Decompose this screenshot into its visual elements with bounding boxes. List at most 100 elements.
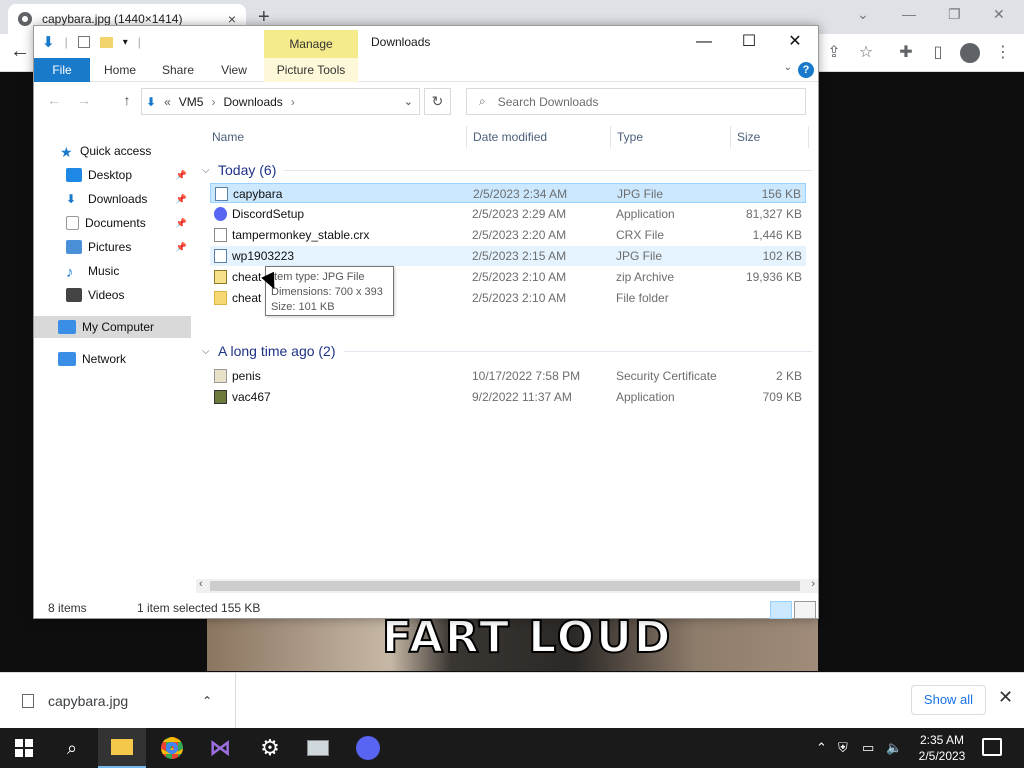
horizontal-scrollbar[interactable]: ‹ › — [196, 578, 818, 593]
minimize-icon[interactable]: — — [682, 30, 726, 54]
tab-file[interactable]: File — [34, 58, 90, 82]
search-icon[interactable]: ⌕ — [48, 728, 96, 768]
maximize-icon[interactable]: ☐ — [727, 30, 771, 54]
scroll-left-icon[interactable]: ‹ — [199, 578, 203, 590]
back-arrow-icon[interactable]: ← — [10, 40, 30, 63]
chevron-down-icon[interactable]: ⌄ — [784, 62, 792, 73]
discord-icon[interactable] — [344, 728, 392, 768]
menu-dots-icon[interactable]: ⋮ — [992, 42, 1014, 62]
group-header-long-ago[interactable]: ⌵ A long time ago (2) — [200, 341, 812, 361]
back-button[interactable]: ← — [44, 92, 64, 108]
nav-pictures[interactable]: Pictures 📌 — [34, 236, 191, 258]
nav-network[interactable]: Network — [34, 348, 191, 370]
chevron-right-icon[interactable]: › — [211, 95, 215, 109]
file-row[interactable]: vac467 9/2/2022 11:37 AM Application 709… — [210, 387, 806, 407]
nav-documents[interactable]: Documents 📌 — [34, 212, 191, 234]
new-folder-icon[interactable] — [99, 36, 113, 48]
pictures-icon — [66, 240, 82, 254]
close-icon[interactable]: ✕ — [998, 687, 1013, 708]
close-icon[interactable]: ✕ — [773, 30, 817, 54]
qat-dropdown-icon[interactable]: ▾ — [123, 37, 128, 48]
nav-videos[interactable]: Videos — [34, 284, 191, 306]
show-all-button[interactable]: Show all — [911, 685, 986, 715]
column-type[interactable]: Type — [611, 126, 731, 148]
download-item[interactable]: capybara.jpg ⌃ — [0, 673, 236, 729]
profile-avatar[interactable] — [960, 43, 980, 63]
help-button[interactable]: ? — [798, 62, 814, 78]
group-header-today[interactable]: ⌵ Today (6) — [200, 160, 812, 180]
settings-gear-icon[interactable]: ⚙ — [246, 728, 294, 768]
computer-icon — [58, 320, 76, 334]
nav-downloads[interactable]: ⬇ Downloads 📌 — [34, 188, 191, 210]
tab-view[interactable]: View — [210, 58, 258, 82]
pin-icon[interactable]: 📌 — [176, 218, 187, 229]
close-icon[interactable]: ✕ — [993, 6, 1005, 23]
breadcrumb-overflow[interactable]: « — [164, 95, 171, 109]
pin-icon[interactable]: 📌 — [176, 170, 187, 181]
tab-share[interactable]: Share — [154, 58, 202, 82]
refresh-button[interactable]: ↻ — [424, 88, 451, 115]
tab-home[interactable]: Home — [96, 58, 144, 82]
share-icon[interactable]: ⇪ — [823, 42, 845, 62]
file-explorer-icon[interactable] — [98, 728, 146, 768]
address-dropdown-icon[interactable]: ⌄ — [404, 95, 413, 108]
chevron-up-icon[interactable]: ⌃ — [202, 694, 212, 708]
chrome-icon[interactable] — [148, 728, 196, 768]
restore-icon[interactable]: ❐ — [948, 6, 961, 23]
nav-my-computer[interactable]: My Computer — [34, 316, 191, 338]
minimize-icon[interactable]: — — [902, 6, 916, 22]
chrome-logo-icon — [161, 737, 183, 759]
forward-button[interactable]: → — [74, 92, 94, 108]
up-button[interactable]: ↑ — [117, 92, 137, 108]
extensions-icon[interactable]: ✚ — [895, 42, 917, 62]
photos-icon[interactable] — [294, 728, 342, 768]
download-shelf: capybara.jpg ⌃ Show all ✕ — [0, 672, 1024, 729]
security-icon[interactable]: ⛨ — [838, 740, 848, 756]
file-date: 2/5/2023 2:29 AM — [472, 207, 567, 221]
file-size: 1,446 KB — [752, 228, 802, 242]
chevron-down-icon[interactable]: ⌵ — [202, 346, 216, 357]
nav-music[interactable]: ♪ Music — [34, 260, 191, 282]
column-date-modified[interactable]: Date modified — [467, 126, 611, 148]
file-row[interactable]: tampermonkey_stable.crx 2/5/2023 2:20 AM… — [210, 225, 806, 245]
nav-desktop[interactable]: Desktop 📌 — [34, 164, 191, 186]
tab-search-icon[interactable]: ⌄ — [857, 6, 869, 23]
side-panel-icon[interactable]: ▯ — [927, 42, 949, 62]
file-tooltip: Item type: JPG File Dimensions: 700 x 39… — [265, 266, 394, 316]
pin-icon[interactable]: 📌 — [176, 194, 187, 205]
pin-icon[interactable]: 📌 — [176, 242, 187, 253]
file-row[interactable]: DiscordSetup 2/5/2023 2:29 AM Applicatio… — [210, 204, 806, 224]
system-clock[interactable]: 2:35 AM 2/5/2023 — [906, 732, 978, 764]
item-count: 8 items — [48, 601, 87, 615]
details-view-icon[interactable] — [770, 601, 792, 619]
download-icon[interactable]: ⬇ — [42, 33, 55, 51]
large-icons-view-icon[interactable] — [794, 601, 816, 619]
chevron-up-icon[interactable]: ⌃ — [816, 740, 827, 756]
network-icon[interactable]: ▭ — [862, 740, 874, 756]
file-row[interactable]: penis 10/17/2022 7:58 PM Security Certif… — [210, 366, 806, 386]
volume-icon[interactable]: 🔈 — [886, 740, 902, 756]
visual-studio-icon[interactable]: ⋈ — [196, 728, 244, 768]
column-size[interactable]: Size — [731, 126, 809, 148]
scroll-thumb[interactable] — [210, 581, 800, 591]
file-row[interactable]: wp1903223 2/5/2023 2:15 AM JPG File 102 … — [210, 246, 806, 266]
scroll-right-icon[interactable]: › — [811, 578, 815, 590]
file-size: 81,327 KB — [745, 207, 802, 221]
file-type: zip Archive — [616, 270, 675, 284]
manage-tab[interactable]: Manage — [264, 30, 358, 58]
nav-quick-access[interactable]: ★ Quick access — [34, 140, 191, 162]
address-bar[interactable]: ⬇ « VM5 › Downloads › ⌄ — [141, 88, 420, 115]
breadcrumb-downloads[interactable]: Downloads — [223, 95, 282, 109]
file-row[interactable]: capybara 2/5/2023 2:34 AM JPG File 156 K… — [210, 183, 806, 203]
properties-icon[interactable] — [77, 36, 90, 48]
tab-picture-tools[interactable]: Picture Tools — [264, 58, 358, 82]
start-button[interactable] — [0, 728, 48, 768]
bookmark-star-icon[interactable]: ☆ — [855, 42, 877, 62]
column-name[interactable]: Name — [206, 126, 467, 148]
chevron-right-icon[interactable]: › — [291, 95, 295, 109]
search-input[interactable]: ⌕ Search Downloads — [466, 88, 806, 115]
notification-icon[interactable] — [982, 738, 1002, 756]
breadcrumb-vm5[interactable]: VM5 — [179, 95, 204, 109]
chevron-down-icon[interactable]: ⌵ — [202, 165, 216, 176]
file-name: cheat — [232, 291, 262, 305]
